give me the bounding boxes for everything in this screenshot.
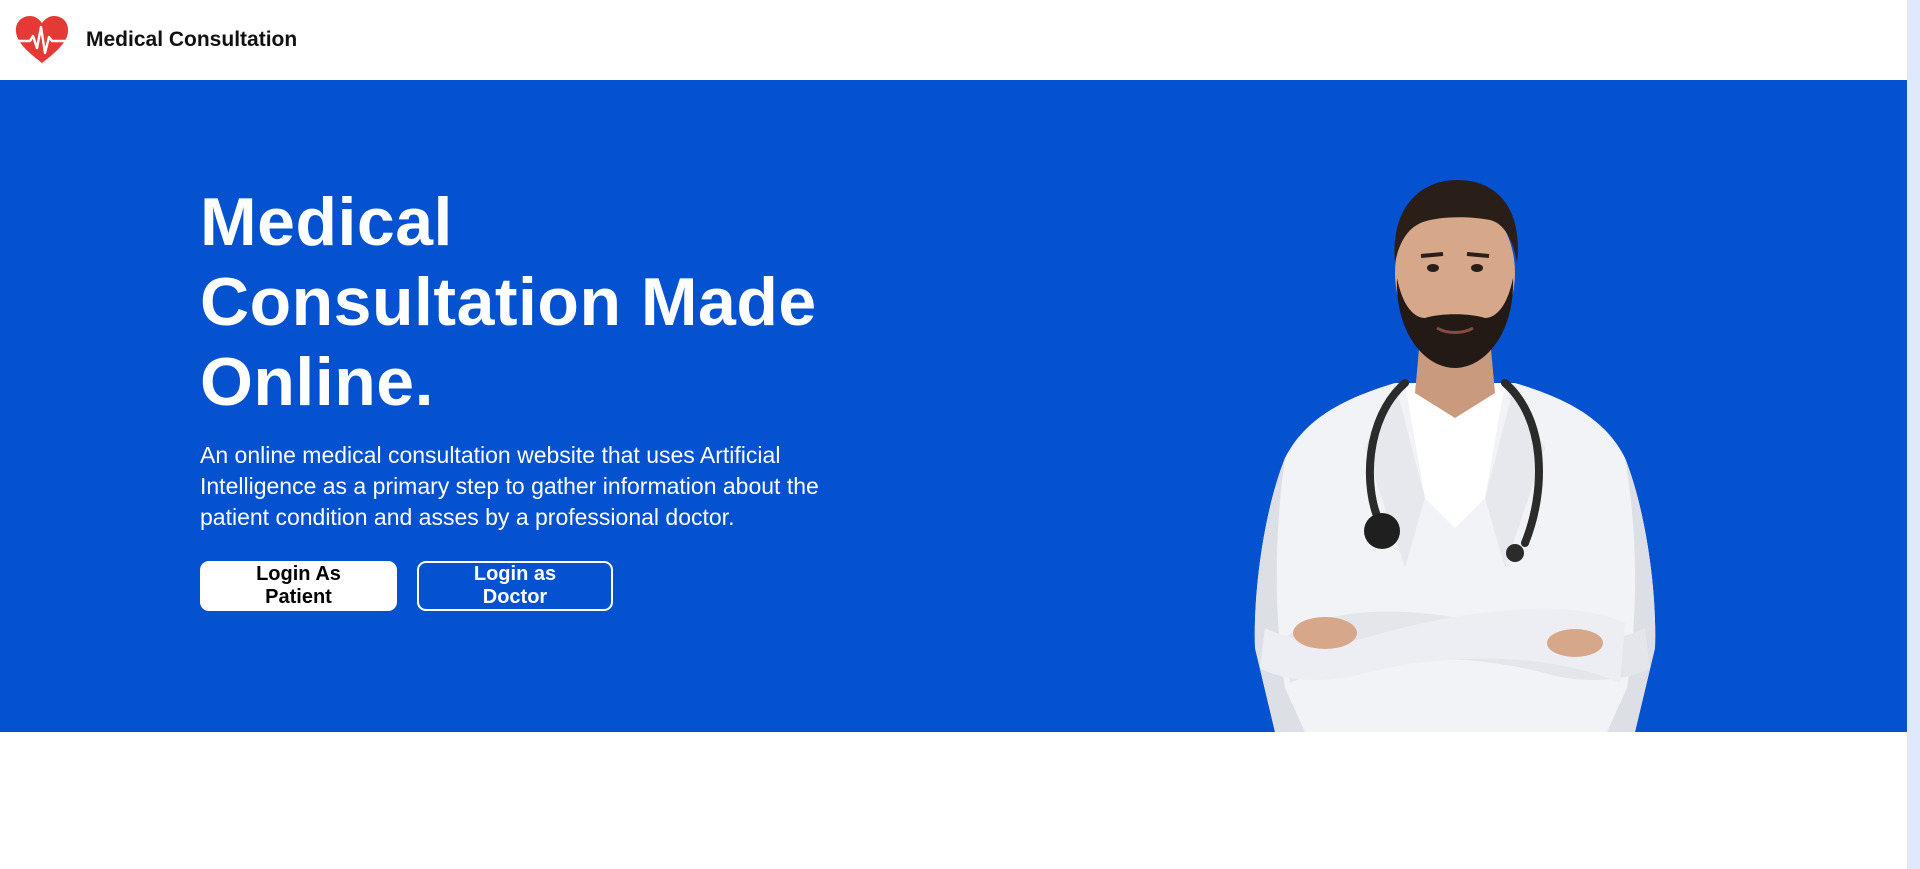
brand-link[interactable]: Medical Consultation: [14, 15, 297, 65]
scrollbar[interactable]: [1907, 0, 1920, 869]
hero-title-line: Online.: [200, 344, 434, 420]
hero-description: An online medical consultation website t…: [200, 442, 819, 530]
hero-title: Medical Consultation Made Online.: [200, 182, 880, 422]
hero-title-line: Consultation Made: [200, 264, 817, 340]
doctor-image: [1254, 180, 1656, 732]
login-as-doctor-button[interactable]: Login as Doctor: [417, 561, 613, 611]
hero-content: Medical Consultation Made Online. An onl…: [200, 182, 880, 611]
heart-pulse-icon: [15, 16, 69, 63]
page: Medical Consultation Medical Consultatio…: [0, 0, 1920, 869]
login-as-patient-button[interactable]: Login As Patient: [200, 561, 397, 611]
navbar: Medical Consultation: [0, 0, 1907, 80]
hero-section: Medical Consultation Made Online. An onl…: [0, 80, 1907, 732]
hero-buttons: Login As Patient Login as Doctor: [200, 561, 880, 611]
brand-name: Medical Consultation: [86, 28, 298, 51]
hero-title-line: Medical: [200, 184, 453, 260]
